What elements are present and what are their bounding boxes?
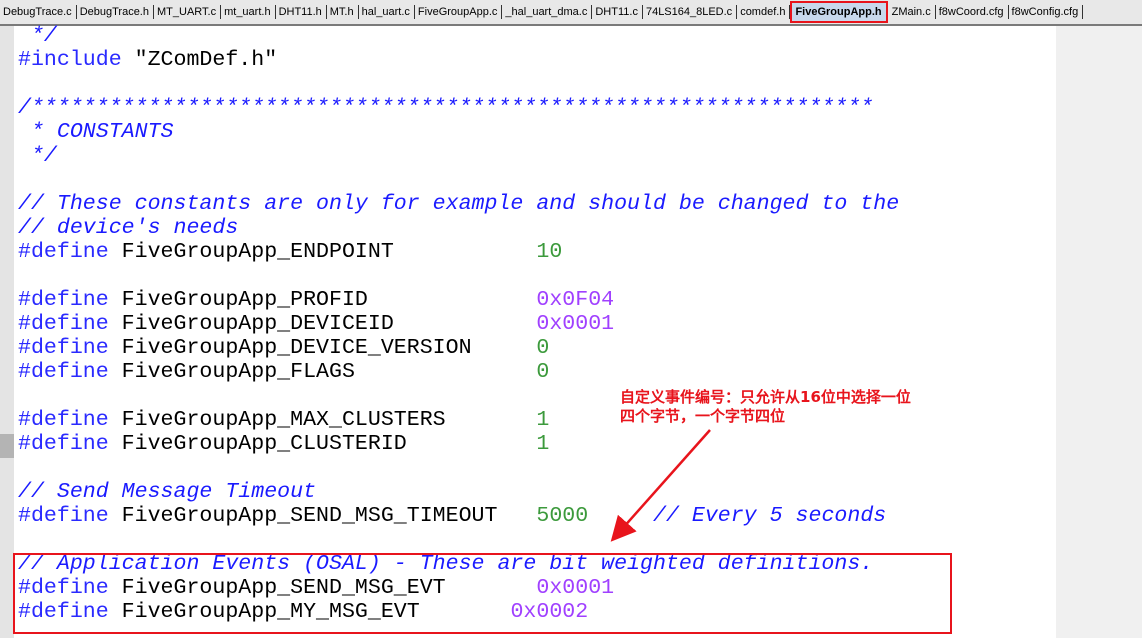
annotation-arrow [610, 429, 711, 542]
